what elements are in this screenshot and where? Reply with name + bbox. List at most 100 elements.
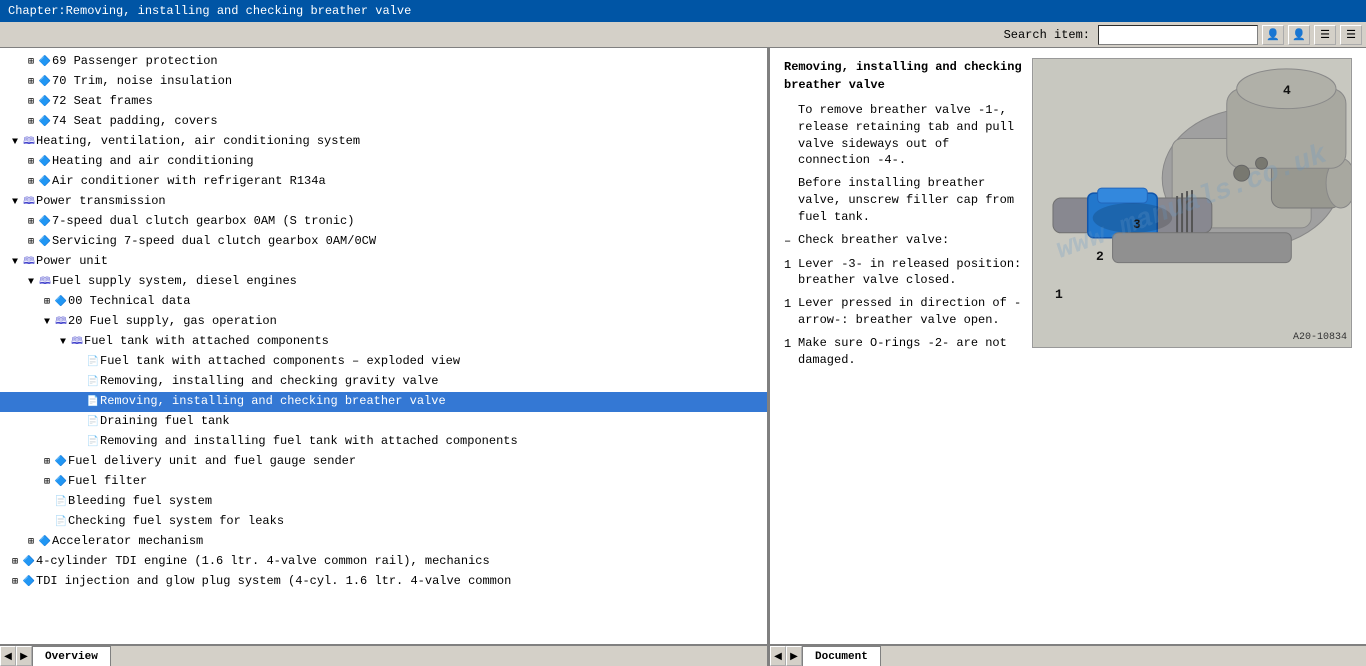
tree-item[interactable]: ▼ 🕮 Fuel supply system, diesel engines [0,272,767,292]
tree-item-label: Fuel tank with attached components [84,334,329,348]
expand-icon[interactable]: ⊞ [24,115,38,131]
expand-icon[interactable]: ⊞ [40,455,54,471]
tree-item[interactable]: 📄 Removing, installing and checking grav… [0,372,767,392]
expand-icon[interactable]: ▼ [56,335,70,351]
tree-item[interactable]: ▼ 🕮 Power unit [0,252,767,272]
expand-icon[interactable]: ⊞ [24,55,38,71]
tree-item[interactable]: ⊞ 🔷 TDI injection and glow plug system (… [0,572,767,592]
tree-item[interactable]: 📄 Checking fuel system for leaks [0,512,767,532]
tree-item[interactable]: ⊞ 🔷 72 Seat frames [0,92,767,112]
expand-icon[interactable]: ⊞ [24,75,38,91]
expand-icon[interactable]: ⊞ [8,575,22,591]
diamond-icon: 🔷 [38,155,52,171]
step-num: 1 [784,256,798,290]
tree-item[interactable]: ⊞ 🔷 4-cylinder TDI engine (1.6 ltr. 4-va… [0,552,767,572]
expand-icon[interactable]: ⊞ [24,175,38,191]
step-text: Make sure O-rings -2- are not damaged. [798,335,1022,369]
tree-item[interactable]: ⊞ 🔷 Fuel filter [0,472,767,492]
expand-icon[interactable]: ▼ [40,315,54,331]
step-num [784,175,798,225]
tree-item-label: Heating and air conditioning [52,154,254,168]
expand-icon[interactable]: ⊞ [40,295,54,311]
tree-item[interactable]: 📄 Fuel tank with attached components – e… [0,352,767,372]
tree-item[interactable]: ▼ 🕮 Power transmission [0,192,767,212]
image-label-3: 3 [1133,217,1141,232]
diamond-icon: 🔷 [38,95,52,111]
nav-forward-btn[interactable]: ▶ [786,646,802,666]
main-layout: ⊞ 🔷 69 Passenger protection⊞ 🔷 70 Trim, … [0,48,1366,644]
expand-icon[interactable]: ⊞ [8,555,22,571]
tab-document[interactable]: Document [802,646,881,666]
engine-svg [1033,59,1351,347]
expand-icon[interactable]: ⊞ [24,215,38,231]
tree-item[interactable]: 📄 Removing and installing fuel tank with… [0,432,767,452]
step-text: Lever pressed in direction of -arrow-: b… [798,295,1022,329]
doc-icon: 📄 [86,415,100,431]
diamond-icon: 🔷 [38,75,52,91]
tree-item[interactable]: ▼ 🕮 20 Fuel supply, gas operation [0,312,767,332]
nav-back-btn[interactable]: ◀ [770,646,786,666]
tree-item[interactable]: ⊞ 🔷 69 Passenger protection [0,52,767,72]
folder-icon: 🕮 [22,135,36,151]
tree-item[interactable]: ⊞ 🔷 00 Technical data [0,292,767,312]
expand-icon[interactable]: ⊞ [24,535,38,551]
document-image: 1 2 3 4 www.manuals.co.uk A20-10834 [1032,58,1352,348]
tree-item-label: Air conditioner with refrigerant R134a [52,174,326,188]
tree-item-label: Fuel tank with attached components – exp… [100,354,460,368]
toolbar-user-btn-2[interactable]: 👤 [1288,25,1310,45]
expand-icon[interactable]: ⊞ [24,95,38,111]
tree-item[interactable]: 📄 Draining fuel tank [0,412,767,432]
expand-icon[interactable]: ▼ [8,195,22,211]
diamond-icon: 🔷 [22,555,36,571]
tree-area[interactable]: ⊞ 🔷 69 Passenger protection⊞ 🔷 70 Trim, … [0,48,767,644]
tree-item-label: Removing and installing fuel tank with a… [100,434,518,448]
tree-item[interactable]: ▼ 🕮 Fuel tank with attached components [0,332,767,352]
tree-item-label: Fuel delivery unit and fuel gauge sender [68,454,356,468]
toolbar-menu-btn-1[interactable]: ☰ [1314,25,1336,45]
tree-item-label: Removing, installing and checking breath… [100,394,446,408]
expand-icon[interactable]: ▼ [8,135,22,151]
expand-icon[interactable]: ▼ [24,275,38,291]
diamond-icon: 🔷 [38,55,52,71]
expand-icon[interactable]: ⊞ [24,235,38,251]
step-num: 1 [784,295,798,329]
expand-icon[interactable]: ⊞ [24,155,38,171]
tree-item[interactable]: ⊞ 🔷 Air conditioner with refrigerant R13… [0,172,767,192]
folder-icon: 🕮 [22,195,36,211]
scroll-right-btn[interactable]: ▶ [16,646,32,666]
tree-item-label: TDI injection and glow plug system (4-cy… [36,574,511,588]
folder-icon: 🕮 [22,255,36,271]
tree-item-label: 69 Passenger protection [52,54,218,68]
doc-icon: 📄 [54,515,68,531]
scroll-left-btn[interactable]: ◀ [0,646,16,666]
tree-item-label: Accelerator mechanism [52,534,203,548]
tree-item[interactable]: ⊞ 🔷 Heating and air conditioning [0,152,767,172]
tree-item-label: Bleeding fuel system [68,494,212,508]
tree-item[interactable]: ⊞ 🔷 Fuel delivery unit and fuel gauge se… [0,452,767,472]
tree-item-label: Draining fuel tank [100,414,230,428]
step-text: Before installing breather valve, unscre… [798,175,1022,225]
tree-item[interactable]: ⊞ 🔷 7-speed dual clutch gearbox 0AM (S t… [0,212,767,232]
tree-item-label: Power unit [36,254,108,268]
image-label-2: 2 [1096,249,1104,264]
expand-icon[interactable]: ⊞ [40,475,54,491]
tree-item[interactable]: 📄 Removing, installing and checking brea… [0,392,767,412]
step-text: Lever -3- in released position: breather… [798,256,1022,290]
step-text: Check breather valve: [798,232,949,250]
expand-icon[interactable]: ▼ [8,255,22,271]
search-input[interactable] [1098,25,1258,45]
tree-item[interactable]: ⊞ 🔷 70 Trim, noise insulation [0,72,767,92]
tree-item[interactable]: ⊞ 🔷 Servicing 7-speed dual clutch gearbo… [0,232,767,252]
tree-item[interactable]: ⊞ 🔷 Accelerator mechanism [0,532,767,552]
toolbar-user-btn-1[interactable]: 👤 [1262,25,1284,45]
doc-paragraph: –Check breather valve: [784,232,1022,250]
tab-overview[interactable]: Overview [32,646,111,666]
toolbar-menu-btn-2[interactable]: ☰ [1340,25,1362,45]
tree-item[interactable]: ⊞ 🔷 74 Seat padding, covers [0,112,767,132]
step-num: – [784,232,798,250]
doc-icon: 📄 [86,375,100,391]
tree-item[interactable]: ▼ 🕮 Heating, ventilation, air conditioni… [0,132,767,152]
left-panel: ⊞ 🔷 69 Passenger protection⊞ 🔷 70 Trim, … [0,48,770,644]
tree-item[interactable]: 📄 Bleeding fuel system [0,492,767,512]
tree-item-label: 4-cylinder TDI engine (1.6 ltr. 4-valve … [36,554,490,568]
